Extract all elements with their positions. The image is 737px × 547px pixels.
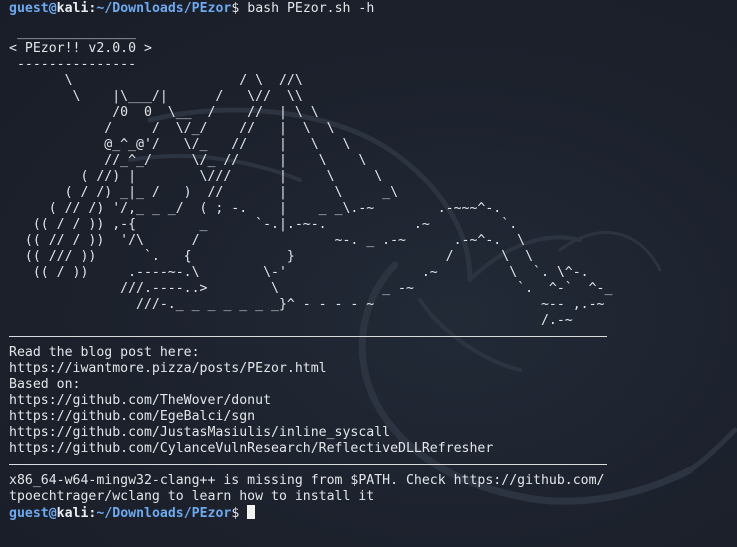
based-on-link-donut[interactable]: https://github.com/TheWover/donut: [9, 393, 731, 409]
divider-top: [9, 336, 607, 337]
error-line-2: tpoechtrager/wclang to learn how to inst…: [9, 489, 375, 504]
prompt-at: @: [48, 1, 57, 16]
prompt-user: guest: [9, 1, 49, 16]
prompt-user: guest: [9, 506, 49, 521]
prompt-host: kali: [56, 1, 89, 16]
terminal-window[interactable]: guest@kali:~/Downloads/PEzor$ bash PEzor…: [0, 0, 737, 547]
banner-ascii-art: _______________ < PEzor!! v2.0.0 > -----…: [9, 25, 613, 328]
error-line-1: x86_64-w64-mingw32-clang++ is missing fr…: [9, 473, 605, 488]
terminal-output: guest@kali:~/Downloads/PEzor$ bash PEzor…: [9, 1, 731, 521]
prompt-path: ~/Downloads/PEzor: [96, 1, 232, 16]
divider-bottom: [9, 464, 607, 465]
text-cursor: [247, 505, 256, 519]
active-prompt-line[interactable]: guest@kali:~/Downloads/PEzor$: [9, 505, 731, 521]
based-on-link-reflective-dll[interactable]: https://github.com/CylanceVulnResearch/R…: [9, 441, 731, 457]
prompt-path: ~/Downloads/PEzor: [96, 506, 232, 521]
prompt-host: kali: [56, 506, 89, 521]
prompt-at: @: [48, 506, 57, 521]
command-line: guest@kali:~/Downloads/PEzor$ bash PEzor…: [9, 1, 731, 17]
command-text: bash PEzor.sh -h: [239, 1, 375, 16]
blog-url-link[interactable]: https://iwantmore.pizza/posts/PEzor.html: [9, 361, 731, 377]
based-on-link-inline-syscall[interactable]: https://github.com/JustasMasiulis/inline…: [9, 425, 731, 441]
blog-header: Read the blog post here:: [9, 345, 200, 360]
based-on-label: Based on:: [9, 377, 81, 392]
based-on-link-sgn[interactable]: https://github.com/EgeBalci/sgn: [9, 409, 731, 425]
